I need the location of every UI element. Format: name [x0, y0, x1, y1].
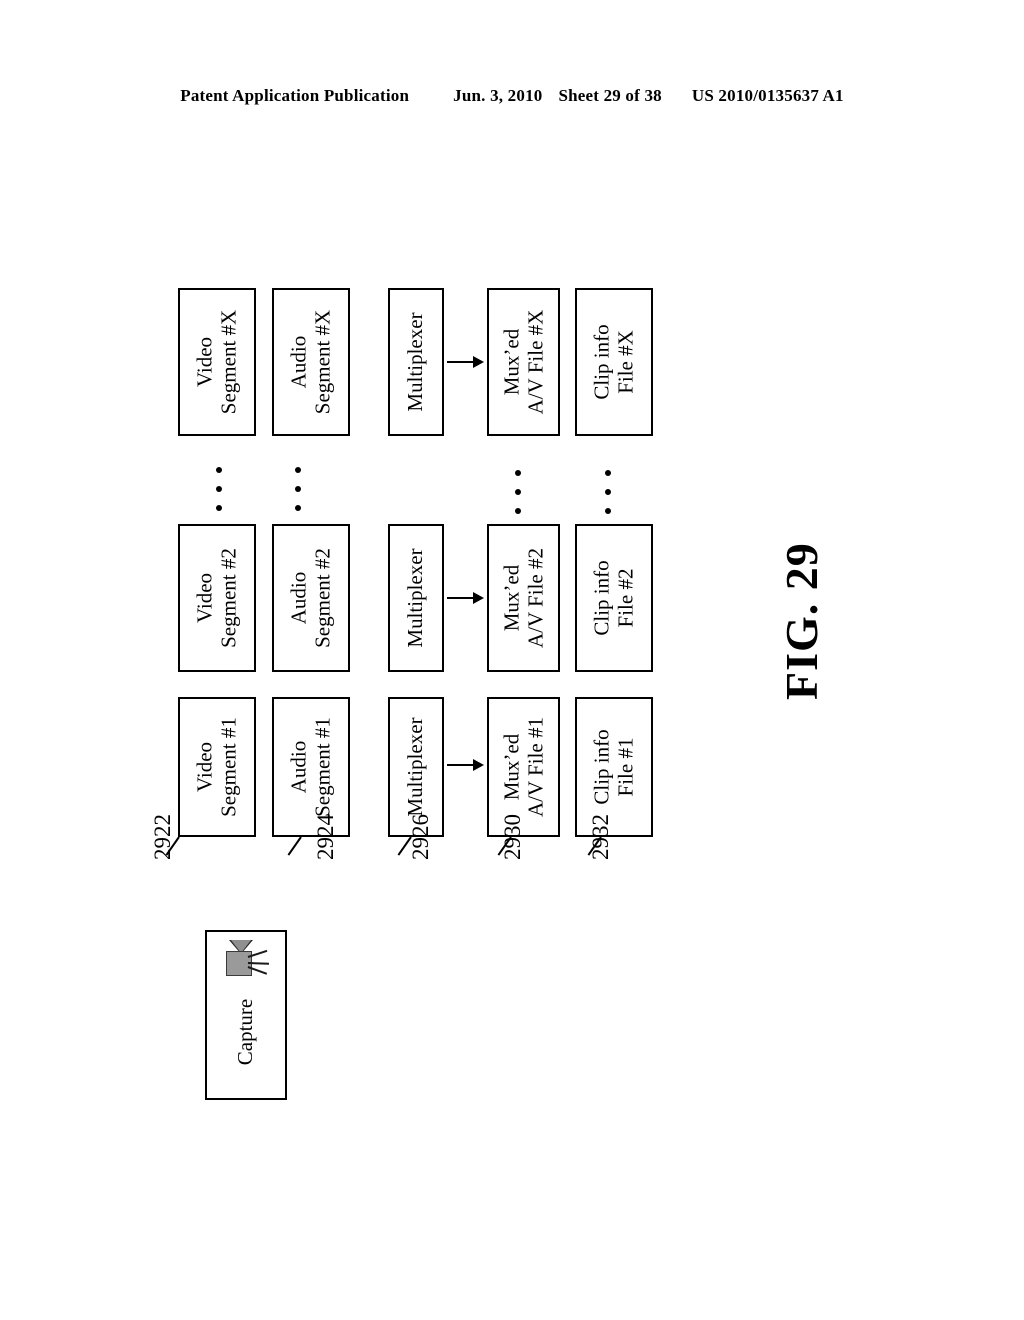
block-capture: Capture	[205, 930, 287, 1100]
block-label: Capture	[233, 998, 258, 1065]
block-video-segment-x: Video Segment #X	[178, 288, 256, 436]
block-label: Mux’ed A/V File #X	[498, 309, 547, 415]
block-label: Clip info File #X	[589, 324, 637, 400]
block-video-segment-2: Video Segment #2	[178, 524, 256, 672]
block-multiplexer-x: Multiplexer	[388, 288, 444, 436]
block-audio-segment-2: Audio Segment #2	[272, 524, 350, 672]
ellipsis-muxed-column	[515, 470, 523, 514]
block-clip-info-file-1: Clip info File #1	[575, 697, 653, 837]
block-label: Audio Segment #X	[286, 309, 334, 415]
ellipsis-audio-column	[295, 467, 303, 511]
reference-numeral-2930: 2930	[500, 814, 525, 860]
block-label: Multiplexer	[403, 548, 428, 648]
block-video-segment-1: Video Segment #1	[178, 697, 256, 837]
block-audio-segment-x: Audio Segment #X	[272, 288, 350, 436]
block-label: Mux’ed A/V File #2	[498, 548, 547, 648]
reference-numeral-2926: 2926	[408, 814, 433, 860]
arrow-multiplexer-to-muxed-x	[447, 361, 482, 363]
block-label: Multiplexer	[403, 717, 428, 817]
block-label: Mux’ed A/V File #1	[498, 717, 547, 817]
reference-numeral-2932: 2932	[588, 814, 613, 860]
block-label: Audio Segment #2	[286, 548, 334, 648]
figure-caption: FIG. 29	[776, 542, 827, 700]
block-label: Video Segment #2	[192, 548, 240, 648]
block-multiplexer-2: Multiplexer	[388, 524, 444, 672]
figure-29-diagram: Video Segment #X Audio Segment #X Multip…	[0, 0, 1024, 1320]
block-clip-info-file-x: Clip info File #X	[575, 288, 653, 436]
block-label: Video Segment #X	[192, 309, 240, 415]
arrow-multiplexer-to-muxed-1	[447, 764, 482, 766]
arrow-multiplexer-to-muxed-2	[447, 597, 482, 599]
block-muxed-av-file-x: Mux’ed A/V File #X	[487, 288, 560, 436]
block-label: Multiplexer	[403, 312, 428, 412]
ellipsis-clip-column	[605, 470, 613, 514]
leader-line-2924	[287, 836, 302, 856]
block-muxed-av-file-2: Mux’ed A/V File #2	[487, 524, 560, 672]
block-label: Video Segment #1	[192, 717, 240, 817]
ellipsis-video-column	[216, 467, 224, 511]
block-label: Audio Segment #1	[286, 717, 334, 817]
video-camera-icon	[224, 940, 270, 980]
reference-numeral-2924: 2924	[313, 814, 338, 860]
block-clip-info-file-2: Clip info File #2	[575, 524, 653, 672]
reference-numeral-2922: 2922	[150, 814, 175, 860]
block-label: Clip info File #2	[589, 560, 637, 636]
block-label: Clip info File #1	[589, 729, 637, 805]
